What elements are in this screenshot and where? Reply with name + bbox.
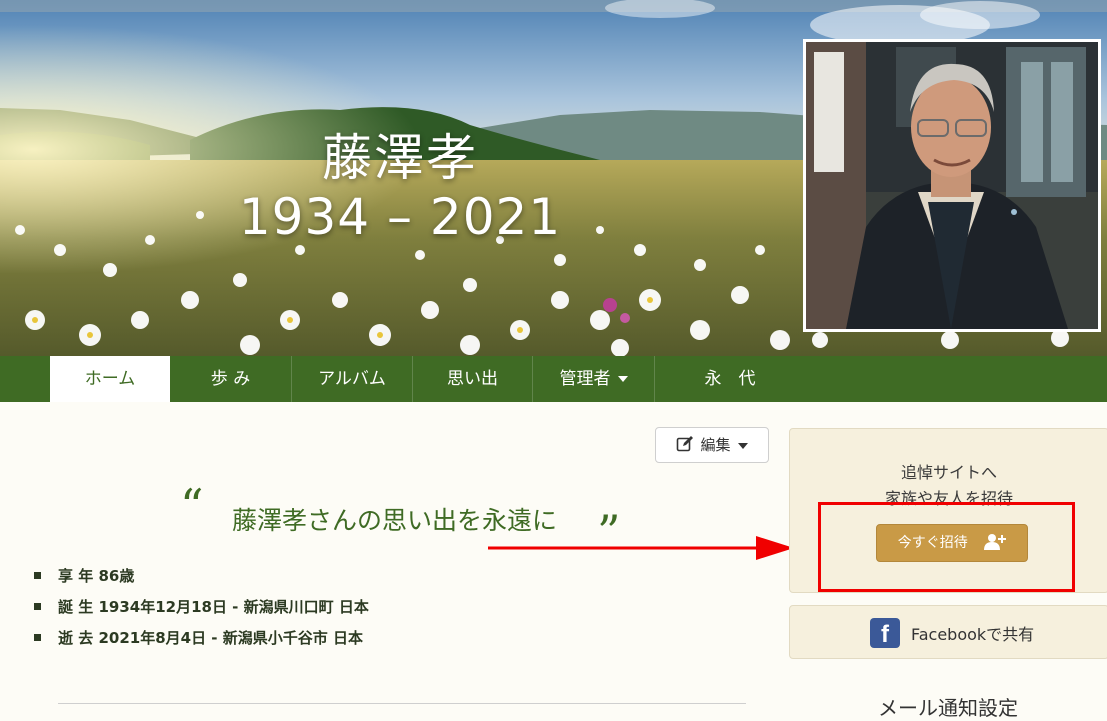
nav-history-label: 歩 み [210,369,251,389]
main-nav: ホーム 歩 み アルバム 思い出 管理者 永 代 [0,356,1107,402]
nav-eternal[interactable]: 永 代 [655,356,805,402]
nav-album[interactable]: アルバム [292,356,413,402]
nav-admin-label: 管理者 [559,369,611,389]
nav-memories[interactable]: 思い出 [413,356,533,402]
nav-album-label: アルバム [318,369,386,389]
portrait-photo [803,39,1101,332]
annotation-arrow-icon [488,536,794,560]
life-facts-list: 享 年 86歳 誕 生 1934年12月18日 - 新潟県川口町 日本 逝 去 … [30,563,369,656]
open-quote-mark: “ [180,479,204,533]
content-divider [58,703,746,704]
fact-death-text: 逝 去 2021年8月4日 - 新潟県小千谷市 日本 [58,629,363,647]
bullet-icon [34,572,41,579]
person-photo-icon [806,42,1098,329]
nav-memories-label: 思い出 [447,369,498,389]
facebook-share-label: Facebookで共有 [911,625,1035,644]
facebook-share-button[interactable]: f Facebookで共有 [789,605,1107,659]
fact-birth-text: 誕 生 1934年12月18日 - 新潟県川口町 日本 [58,598,369,616]
nav-admin[interactable]: 管理者 [533,356,655,402]
bullet-icon [34,603,41,610]
edit-dropdown-button[interactable]: 編集 [655,427,769,463]
deceased-name: 藤澤孝 [322,129,478,187]
chevron-down-icon [737,442,748,449]
mail-settings-heading: メール通知設定 [878,696,1018,720]
bullet-icon [34,634,41,641]
fact-birth: 誕 生 1934年12月18日 - 新潟県川口町 日本 [30,594,369,625]
facebook-icon: f [870,618,900,648]
nav-history[interactable]: 歩 み [170,356,292,402]
nav-eternal-label: 永 代 [704,369,756,389]
nav-home[interactable]: ホーム [50,356,170,402]
edit-label: 編集 [700,436,731,454]
life-years: 1934 – 2021 [238,188,562,246]
invite-text-line1: 追悼サイトへ [900,463,997,482]
hero-banner: 藤澤孝 1934 – 2021 [0,0,1107,356]
nav-home-label: ホーム [84,369,136,389]
chevron-down-icon [617,376,628,382]
fact-age: 享 年 86歳 [30,563,369,594]
fact-age-text: 享 年 86歳 [58,567,135,585]
annotation-highlight-box [818,502,1075,592]
edit-icon [677,436,694,452]
fact-death: 逝 去 2021年8月4日 - 新潟県小千谷市 日本 [30,625,369,656]
